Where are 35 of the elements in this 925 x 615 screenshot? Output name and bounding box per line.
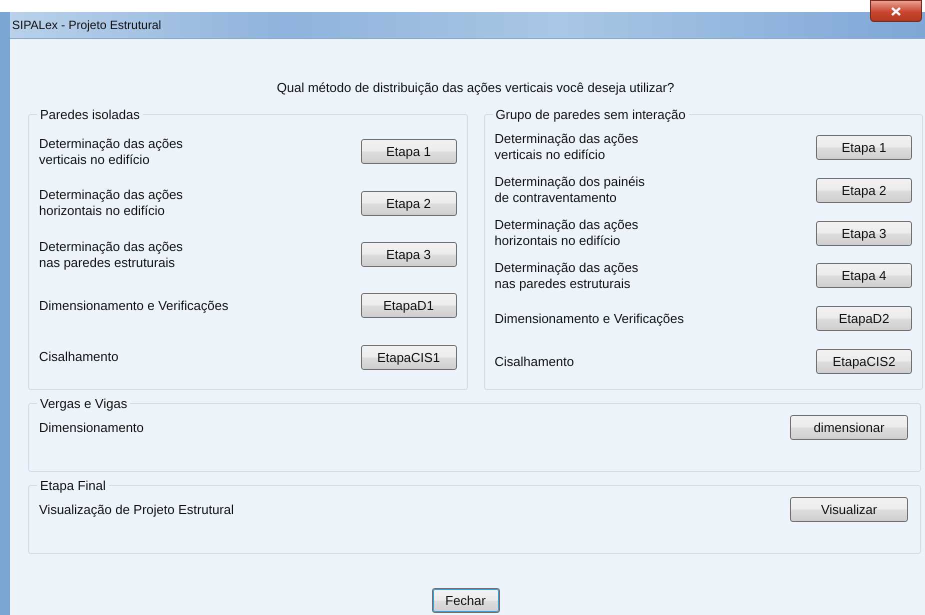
step-label: Dimensionamento e Verificações [39, 298, 228, 314]
step-label: Determinação dos painéis de contraventamento [494, 174, 645, 206]
window-title: SIPALex - Projeto Estrutural [12, 17, 162, 34]
step-label: Determinação das ações nas paredes estruturais [39, 238, 183, 271]
step-button[interactable]: EtapaCIS1 [360, 344, 456, 370]
step-button[interactable]: Etapa 3 [360, 242, 456, 268]
close-button[interactable] [870, 0, 922, 22]
step-label: Dimensionamento [39, 420, 144, 436]
close-icon [891, 6, 901, 16]
question-text: Qual método de distribuição das ações verticais você deseja utilizar? [276, 80, 676, 95]
step-label: Determinação das ações verticais no edifício [39, 136, 183, 168]
step-button[interactable]: Etapa 2 [360, 190, 456, 216]
step-label: Cisalhamento [39, 349, 118, 366]
group-title: Grupo de paredes sem interação [494, 107, 687, 122]
step-button[interactable]: EtapaD1 [360, 293, 456, 318]
step-label: Determinação das ações horizontais no edifício [494, 217, 638, 250]
step-button[interactable]: EtapaD2 [816, 306, 912, 332]
group-title: Paredes isoladas [39, 107, 141, 122]
step-button[interactable]: Etapa 1 [360, 139, 456, 164]
step-button[interactable]: Visualizar [790, 497, 908, 522]
step-button[interactable]: Etapa 3 [816, 220, 912, 246]
step-label: Dimensionamento e Verificações [494, 310, 684, 327]
step-button[interactable]: EtapaCIS2 [816, 349, 912, 374]
step-button[interactable]: Etapa 1 [816, 134, 912, 160]
step-label: Determinação das ações verticais no edifício [494, 131, 638, 164]
group-title: Etapa Final [39, 478, 107, 493]
close-dialog-button[interactable]: Fechar [432, 588, 500, 613]
group-title: Vergas e Vigas [39, 396, 128, 411]
step-label: Visualização de Projeto Estrutural [39, 502, 234, 518]
step-button[interactable]: Etapa 4 [816, 263, 912, 288]
step-label: Determinação das ações horizontais no edifício [39, 187, 183, 220]
step-button[interactable]: Etapa 2 [816, 178, 912, 203]
step-label: Cisalhamento [494, 354, 574, 370]
step-label: Determinação das ações nas paredes estruturais [494, 260, 638, 292]
step-button[interactable]: dimensionar [790, 415, 908, 440]
